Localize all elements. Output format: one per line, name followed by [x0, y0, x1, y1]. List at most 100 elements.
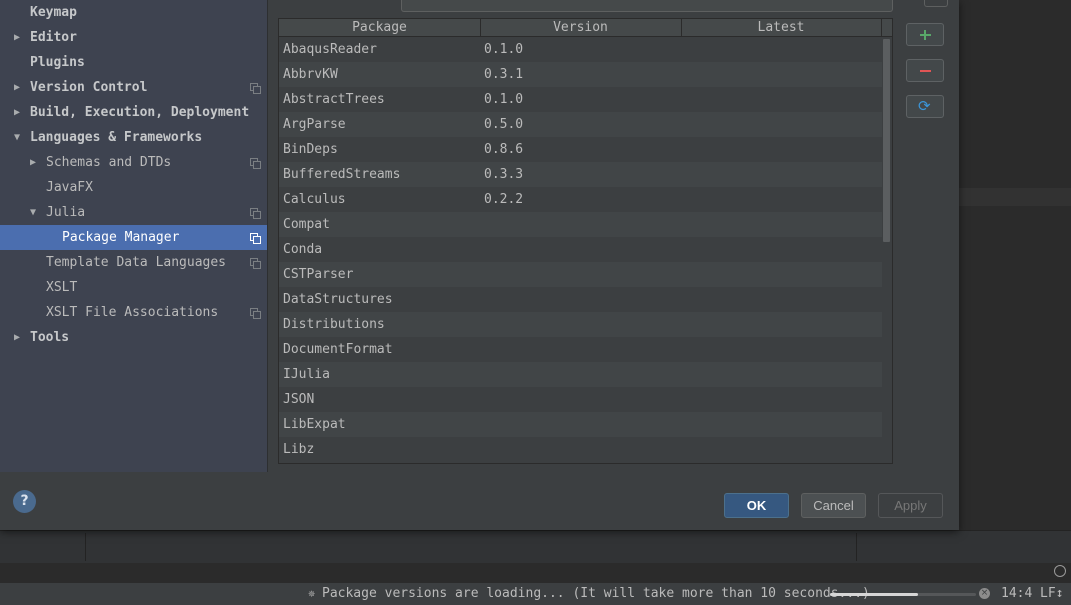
refresh-packages-button[interactable]: ⟳ — [906, 95, 944, 118]
sidebar-item-label: Plugins — [30, 55, 85, 70]
tool-window-strip — [0, 530, 1071, 563]
sidebar-item[interactable]: XSLT — [0, 275, 267, 300]
settings-tree: Keymap ▶ Editor Plugins ▶ Version Control ▶ Bui… — [0, 0, 268, 472]
cell-package: Compat — [283, 217, 330, 232]
table-row[interactable]: IJulia — [279, 362, 882, 387]
cell-package: Distributions — [283, 317, 385, 332]
sidebar-item[interactable]: ▼ Julia — [0, 200, 267, 225]
sidebar-item[interactable]: ▶ Tools — [0, 325, 267, 350]
sidebar-item[interactable]: Template Data Languages — [0, 250, 267, 275]
project-scope-icon — [250, 83, 261, 94]
chevron-right-icon[interactable]: ▶ — [27, 150, 39, 175]
editor-background — [959, 0, 1071, 535]
column-header-latest[interactable]: Latest — [681, 19, 882, 36]
cursor-position[interactable]: 14:4 — [1001, 585, 1032, 603]
loading-spinner-icon: ✵ — [308, 586, 316, 600]
chevron-right-icon[interactable]: ▶ — [11, 75, 23, 100]
table-row[interactable]: LibExpat — [279, 412, 882, 437]
table-row[interactable]: Conda — [279, 237, 882, 262]
table-row[interactable]: Calculus 0.2.2 — [279, 187, 882, 212]
cell-package: BufferedStreams — [283, 167, 401, 182]
table-row[interactable]: AbaqusReader 0.1.0 — [279, 37, 882, 62]
divider — [85, 533, 86, 561]
sidebar-item[interactable]: ▼ Languages & Frameworks — [0, 125, 267, 150]
packages-table: Package Version Latest AbaqusReader 0.1.0… — [278, 18, 893, 464]
remove-package-button[interactable] — [906, 59, 944, 82]
cell-version: 0.1.0 — [484, 92, 524, 107]
cell-version: 0.3.3 — [484, 167, 524, 182]
table-row[interactable]: AbbrvKW 0.3.1 — [279, 62, 882, 87]
column-header-version[interactable]: Version — [480, 19, 682, 36]
project-scope-icon — [250, 233, 261, 244]
cell-package: Calculus — [283, 192, 346, 207]
sidebar-item[interactable]: ▶ Build, Execution, Deployment — [0, 100, 267, 125]
sidebar-item[interactable]: ▶ Editor — [0, 25, 267, 50]
sidebar-item[interactable]: ▶ Version Control — [0, 75, 267, 100]
sidebar-item-label: Tools — [30, 330, 70, 345]
cell-package: JSON — [283, 392, 315, 407]
settings-dialog: Keymap ▶ Editor Plugins ▶ Version Control ▶ Bui… — [0, 0, 959, 530]
minus-icon — [920, 70, 931, 72]
add-package-button[interactable] — [906, 23, 944, 46]
progress-bar — [830, 593, 976, 596]
sidebar-item[interactable]: ▶ Schemas and DTDs — [0, 150, 267, 175]
cell-package: DataStructures — [283, 292, 393, 307]
divider — [856, 533, 857, 561]
cell-package: IJulia — [283, 367, 330, 382]
project-scope-icon — [250, 308, 261, 319]
table-row[interactable]: JSON — [279, 387, 882, 412]
table-row[interactable]: DocumentFormat — [279, 337, 882, 362]
ok-button[interactable]: OK — [724, 493, 789, 518]
cell-package: Libz — [283, 442, 315, 457]
sidebar-item-label: Schemas and DTDs — [46, 155, 172, 170]
column-header-package[interactable]: Package — [279, 19, 481, 36]
status-message: Package versions are loading... (It will… — [322, 586, 870, 601]
sidebar-item[interactable]: Package Manager — [0, 225, 267, 250]
table-header: Package Version Latest — [279, 19, 892, 37]
cell-version: 0.8.6 — [484, 142, 524, 157]
progress-fill — [830, 593, 918, 596]
cell-package: AbstractTrees — [283, 92, 385, 107]
status-bar: ✵ Package versions are loading... (It wi… — [0, 583, 1071, 605]
project-scope-icon — [250, 258, 261, 269]
help-button[interactable]: ? — [13, 490, 36, 513]
table-row[interactable]: ArgParse 0.5.0 — [279, 112, 882, 137]
editor-highlight-band — [959, 188, 1071, 206]
refresh-icon: ⟳ — [918, 97, 931, 115]
chevron-right-icon[interactable]: ▶ — [11, 100, 23, 125]
sidebar-item-label: Keymap — [30, 5, 77, 20]
chevron-right-icon[interactable]: ▶ — [11, 25, 23, 50]
chevron-down-icon[interactable]: ▼ — [11, 125, 23, 150]
chevron-right-icon[interactable]: ▶ — [11, 325, 23, 350]
table-row[interactable]: Distributions — [279, 312, 882, 337]
search-icon[interactable] — [1054, 565, 1066, 577]
table-row[interactable]: BufferedStreams 0.3.3 — [279, 162, 882, 187]
cancel-task-icon[interactable]: × — [979, 588, 990, 599]
table-row[interactable]: CSTParser — [279, 262, 882, 287]
sidebar-item-label: Package Manager — [62, 230, 180, 245]
chevron-down-icon[interactable]: ▼ — [27, 200, 39, 225]
sidebar-item[interactable]: Plugins — [0, 50, 267, 75]
table-row[interactable]: AbstractTrees 0.1.0 — [279, 87, 882, 112]
sidebar-item[interactable]: Keymap — [0, 0, 267, 25]
cell-version: 0.3.1 — [484, 67, 524, 82]
sidebar-item-label: Editor — [30, 30, 77, 45]
table-row[interactable]: BinDeps 0.8.6 — [279, 137, 882, 162]
cell-package: AbbrvKW — [283, 67, 338, 82]
cancel-button[interactable]: Cancel — [801, 493, 866, 518]
cell-version: 0.2.2 — [484, 192, 524, 207]
field-button[interactable] — [924, 0, 948, 7]
table-row[interactable]: DataStructures — [279, 287, 882, 312]
cell-package: Conda — [283, 242, 323, 257]
table-row[interactable]: Compat — [279, 212, 882, 237]
cell-package: DocumentFormat — [283, 342, 393, 357]
table-row[interactable]: Libz — [279, 437, 882, 462]
cell-package: ArgParse — [283, 117, 346, 132]
apply-button[interactable]: Apply — [878, 493, 943, 518]
sidebar-item-label: Julia — [46, 205, 86, 220]
scrollbar-thumb[interactable] — [883, 39, 890, 242]
search-field[interactable] — [401, 0, 893, 12]
sidebar-item[interactable]: XSLT File Associations — [0, 300, 267, 325]
sidebar-item[interactable]: JavaFX — [0, 175, 267, 200]
line-separator-selector[interactable]: LF↕ — [1040, 585, 1063, 603]
